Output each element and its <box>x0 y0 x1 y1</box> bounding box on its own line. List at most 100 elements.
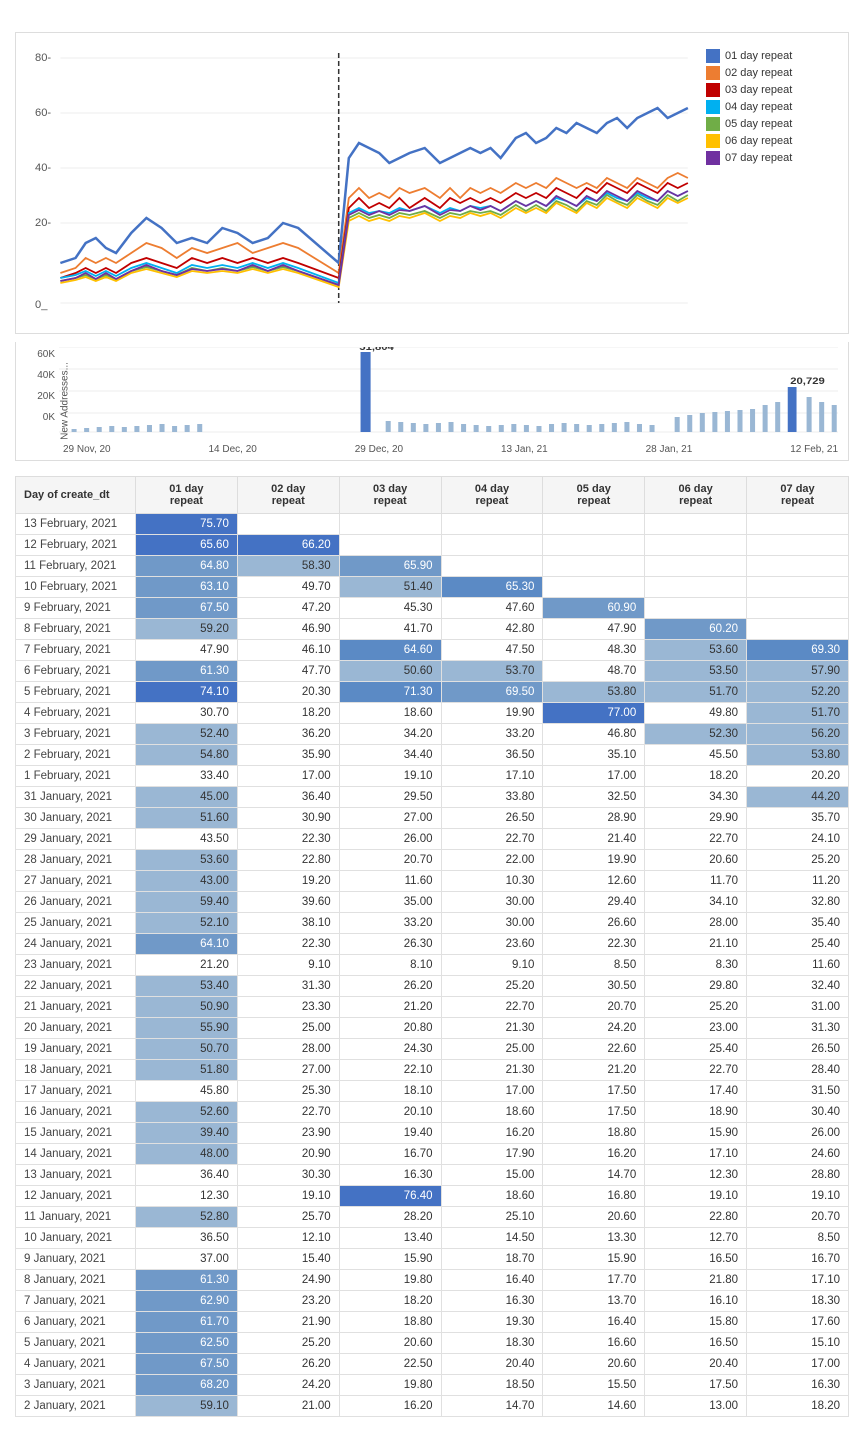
table-cell-v1: 52.10 <box>136 913 238 934</box>
table-row: 14 January, 202148.0020.9016.7017.9016.2… <box>16 1144 849 1165</box>
table-cell-date: 8 January, 2021 <box>16 1270 136 1291</box>
table-cell-v1: 53.40 <box>136 976 238 997</box>
table-cell-v2: 36.40 <box>237 787 339 808</box>
table-cell-date: 13 February, 2021 <box>16 514 136 535</box>
table-cell-v5: 21.40 <box>543 829 645 850</box>
table-cell-v2: 30.90 <box>237 808 339 829</box>
table-cell-v5: 21.20 <box>543 1060 645 1081</box>
table-row: 21 January, 202150.9023.3021.2022.7020.7… <box>16 997 849 1018</box>
table-cell-v6: 51.70 <box>645 682 747 703</box>
table-cell-v2: 18.20 <box>237 703 339 724</box>
table-cell-date: 10 January, 2021 <box>16 1228 136 1249</box>
table-cell-v1: 55.90 <box>136 1018 238 1039</box>
table-row: 2 February, 202154.8035.9034.4036.5035.1… <box>16 745 849 766</box>
table-cell-v7: 52.20 <box>747 682 849 703</box>
table-row: 5 February, 202174.1020.3071.3069.5053.8… <box>16 682 849 703</box>
table-cell-v2: 38.10 <box>237 913 339 934</box>
table-row: 13 January, 202136.4030.3016.3015.0014.7… <box>16 1165 849 1186</box>
table-section: Day of create_dt 01 dayrepeat 02 dayrepe… <box>15 476 849 1417</box>
table-cell-v5: 16.40 <box>543 1312 645 1333</box>
table-cell-date: 21 January, 2021 <box>16 997 136 1018</box>
th-01: 01 dayrepeat <box>136 477 238 514</box>
table-cell-v4: 18.30 <box>441 1333 543 1354</box>
table-cell-date: 9 January, 2021 <box>16 1249 136 1270</box>
table-cell-v6: 16.50 <box>645 1333 747 1354</box>
table-cell-v6: 16.50 <box>645 1249 747 1270</box>
table-cell-v3: 8.10 <box>339 955 441 976</box>
table-cell-date: 3 February, 2021 <box>16 724 136 745</box>
table-cell-v7: 28.40 <box>747 1060 849 1081</box>
table-cell-v7: 69.30 <box>747 640 849 661</box>
table-row: 12 January, 202112.3019.1076.4018.6016.8… <box>16 1186 849 1207</box>
table-cell-v1: 45.80 <box>136 1081 238 1102</box>
table-cell-v5: 29.40 <box>543 892 645 913</box>
table-cell-v7: 57.90 <box>747 661 849 682</box>
table-cell-v2: 39.60 <box>237 892 339 913</box>
table-cell-v6: 15.90 <box>645 1123 747 1144</box>
table-cell-v4: 14.50 <box>441 1228 543 1249</box>
table-cell-v2: 30.30 <box>237 1165 339 1186</box>
table-cell-v3: 19.10 <box>339 766 441 787</box>
table-cell-v6: 21.80 <box>645 1270 747 1291</box>
table-cell-v5: 53.80 <box>543 682 645 703</box>
table-cell-v2: 35.90 <box>237 745 339 766</box>
table-row: 3 January, 202168.2024.2019.8018.5015.50… <box>16 1375 849 1396</box>
table-cell-v6: 17.50 <box>645 1375 747 1396</box>
bar-y-axis: 60K 40K 20K 0K <box>21 347 59 442</box>
table-cell-v6: 16.10 <box>645 1291 747 1312</box>
table-cell-v6: 22.70 <box>645 1060 747 1081</box>
table-cell-v1: 62.90 <box>136 1291 238 1312</box>
table-row: 23 January, 202121.209.108.109.108.508.3… <box>16 955 849 976</box>
table-row: 7 January, 202162.9023.2018.2016.3013.70… <box>16 1291 849 1312</box>
table-cell-v2: 25.30 <box>237 1081 339 1102</box>
legend-item-label: 05 day repeat <box>725 118 792 130</box>
table-cell-v5: 60.90 <box>543 598 645 619</box>
table-cell-date: 5 January, 2021 <box>16 1333 136 1354</box>
table-cell-v7: 18.20 <box>747 1396 849 1417</box>
table-cell-v7 <box>747 556 849 577</box>
table-cell-v1: 43.00 <box>136 871 238 892</box>
table-cell-date: 24 January, 2021 <box>16 934 136 955</box>
table-cell-v2 <box>237 514 339 535</box>
legend-color-box <box>706 49 720 63</box>
table-row: 24 January, 202164.1022.3026.3023.6022.3… <box>16 934 849 955</box>
table-cell-v7: 26.00 <box>747 1123 849 1144</box>
table-cell-v3: 41.70 <box>339 619 441 640</box>
table-cell-v7 <box>747 619 849 640</box>
main-chart-svg: 80- 60- 40- 20- 0_ <box>30 43 698 323</box>
table-cell-v6: 22.70 <box>645 829 747 850</box>
table-cell-v2: 22.30 <box>237 934 339 955</box>
table-cell-v1: 59.10 <box>136 1396 238 1417</box>
table-cell-v2: 47.70 <box>237 661 339 682</box>
legend-item: 02 day repeat <box>706 66 838 80</box>
table-cell-v4: 47.50 <box>441 640 543 661</box>
table-row: 3 February, 202152.4036.2034.2033.2046.8… <box>16 724 849 745</box>
table-cell-v5: 16.20 <box>543 1144 645 1165</box>
chart-area: 80- 60- 40- 20- 0_ <box>26 43 838 323</box>
table-cell-v4: 22.70 <box>441 829 543 850</box>
table-cell-v5: 28.90 <box>543 808 645 829</box>
table-cell-v4: 25.00 <box>441 1039 543 1060</box>
table-cell-v6: 11.70 <box>645 871 747 892</box>
table-cell-v6: 49.80 <box>645 703 747 724</box>
table-cell-v1: 59.20 <box>136 619 238 640</box>
table-cell-v6: 18.20 <box>645 766 747 787</box>
table-cell-v3: 19.40 <box>339 1123 441 1144</box>
table-cell-v4: 65.30 <box>441 577 543 598</box>
table-cell-v3: 18.10 <box>339 1081 441 1102</box>
table-row: 16 January, 202152.6022.7020.1018.6017.5… <box>16 1102 849 1123</box>
table-cell-v4: 18.60 <box>441 1102 543 1123</box>
table-cell-v6: 45.50 <box>645 745 747 766</box>
main-chart-canvas: 80- 60- 40- 20- 0_ <box>30 43 698 323</box>
bar-chart-svg: 51,804 <box>59 347 838 437</box>
table-cell-v7: 24.10 <box>747 829 849 850</box>
main-chart-section: 80- 60- 40- 20- 0_ <box>15 32 849 334</box>
table-row: 19 January, 202150.7028.0024.3025.0022.6… <box>16 1039 849 1060</box>
table-cell-v3: 26.20 <box>339 976 441 997</box>
table-cell-v1: 51.60 <box>136 808 238 829</box>
table-cell-v2: 9.10 <box>237 955 339 976</box>
table-row: 22 January, 202153.4031.3026.2025.2030.5… <box>16 976 849 997</box>
table-cell-v1: 74.10 <box>136 682 238 703</box>
table-cell-v4: 26.50 <box>441 808 543 829</box>
table-cell-v2: 23.20 <box>237 1291 339 1312</box>
